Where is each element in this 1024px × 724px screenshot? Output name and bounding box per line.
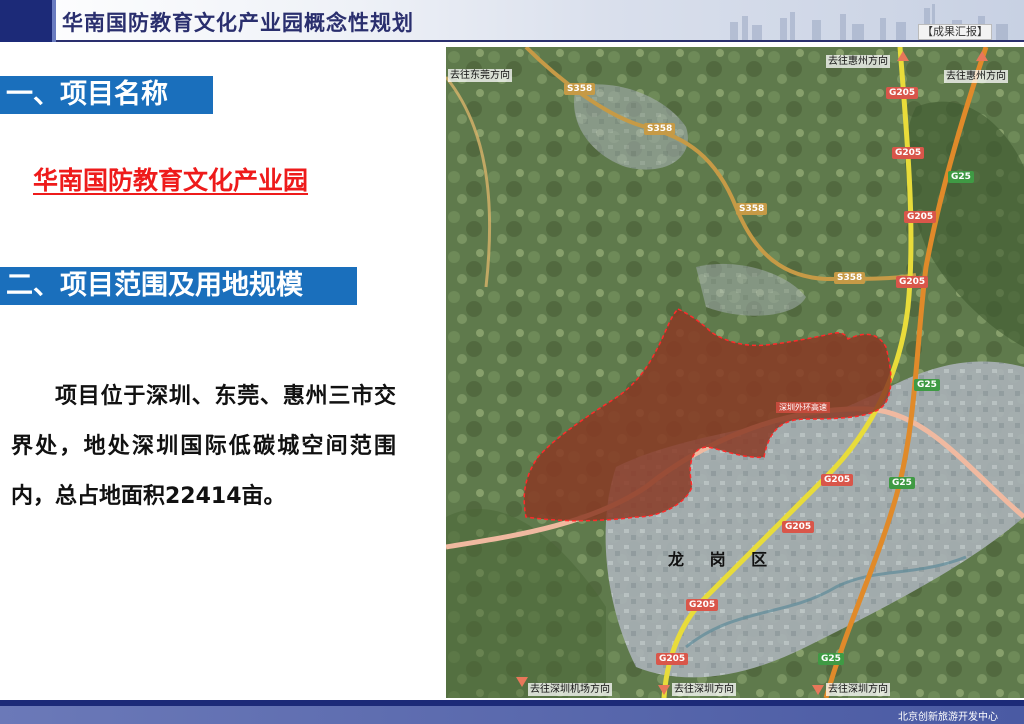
road-shield-g205: G205	[896, 276, 929, 288]
project-name: 华南国防教育文化产业园	[33, 166, 309, 195]
footer-bar	[0, 706, 1024, 724]
road-shield-g205: G205	[821, 474, 854, 486]
report-badge: 【成果汇报】	[918, 24, 992, 40]
district-label: 龙 岗 区	[668, 550, 778, 569]
section-heading-project-scope: 二、项目范围及用地规模	[0, 267, 357, 305]
road-shield-g25: G25	[889, 477, 915, 489]
arrow-up-icon	[897, 51, 909, 61]
road-shield-g25: G25	[914, 379, 940, 391]
header-accent-stripe	[52, 0, 56, 42]
page-title: 华南国防教育文化产业园概念性规划	[62, 10, 414, 35]
label-to-huizhou-right: 去往惠州方向	[944, 70, 1008, 83]
expressway-label: 深圳外环高速	[776, 402, 830, 413]
road-shield-g205: G205	[686, 599, 719, 611]
road-shield-s358: S358	[644, 123, 676, 135]
label-to-huizhou-top: 去往惠州方向	[826, 55, 890, 68]
road-shield-s358: S358	[834, 272, 866, 284]
road-shield-s358: S358	[736, 203, 768, 215]
label-to-shenzhen-2: 去往深圳方向	[826, 683, 890, 696]
road-shield-g205: G205	[904, 211, 937, 223]
arrow-down-icon	[812, 685, 824, 695]
arrow-up-icon	[976, 51, 988, 61]
road-shield-s358: S358	[564, 83, 596, 95]
label-to-dongguan: 去往东莞方向	[448, 69, 512, 82]
header-accent	[0, 0, 52, 42]
label-to-shenzhen-1: 去往深圳方向	[672, 683, 736, 696]
road-shield-g205: G205	[892, 147, 925, 159]
road-shield-g205: G205	[782, 521, 815, 533]
site-location-map: 去往东莞方向 去往惠州方向 去往惠州方向 去往深圳机场方向 去往深圳方向 去往深…	[446, 47, 1024, 698]
section-heading-project-name: 一、项目名称	[0, 76, 213, 114]
road-shield-g205: G205	[886, 87, 919, 99]
road-shield-g25: G25	[818, 653, 844, 665]
arrow-down-left-icon	[516, 677, 528, 687]
header-divider	[56, 40, 1024, 42]
footer-organization: 北京创新旅游开发中心	[898, 712, 998, 723]
road-shield-g25: G25	[948, 171, 974, 183]
project-description: 项目位于深圳、东莞、惠州三市交界处，地处深圳国际低碳城空间范围内，总占地面积22…	[11, 384, 396, 509]
satellite-map-graphic	[446, 47, 1024, 698]
road-shield-g205: G205	[656, 653, 689, 665]
arrow-down-icon	[658, 685, 670, 695]
label-to-airport: 去往深圳机场方向	[528, 683, 612, 696]
